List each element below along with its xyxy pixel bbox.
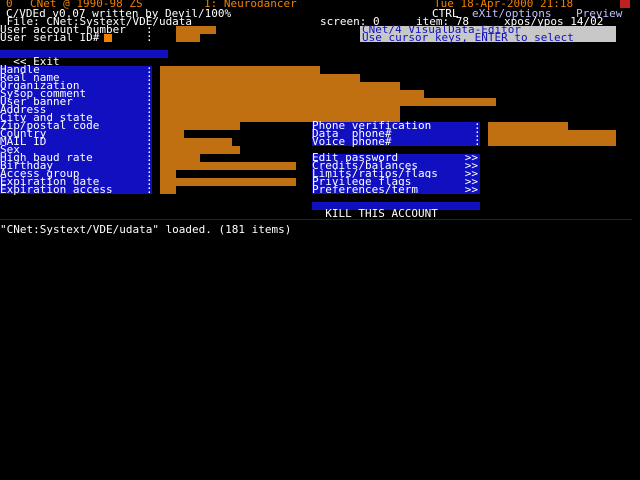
exit-button[interactable]: << Exit: [0, 50, 168, 67]
help-instructions: Use cursor keys, ENTER to select: [362, 31, 574, 44]
field-label-serial-id[interactable]: User serial ID#:: [0, 32, 153, 43]
field-label-voice-phone[interactable]: Voice phone#:: [312, 136, 481, 147]
field-value-zip[interactable]: [160, 122, 240, 130]
field-value-handle[interactable]: [160, 66, 320, 74]
field-value-address[interactable]: [160, 106, 400, 114]
field-value-sex[interactable]: [160, 146, 240, 154]
status-message: "CNet:Systext/VDE/udata" loaded. (181 it…: [0, 223, 292, 236]
field-value-expiration-access[interactable]: [160, 186, 176, 194]
field-value-user-banner[interactable]: [160, 98, 496, 106]
field-value-account-number[interactable]: [176, 26, 216, 34]
field-label-expiration-access[interactable]: Expiration access:: [0, 184, 153, 195]
field-value-expiration-date[interactable]: [160, 178, 296, 186]
preferences-term-button[interactable]: Preferences/term >>: [312, 184, 480, 195]
field-value-serial-id[interactable]: [176, 34, 200, 42]
field-label-mail-id[interactable]: MAIL ID:: [0, 136, 153, 147]
text-cursor: [104, 34, 112, 42]
field-value-voice-phone[interactable]: [488, 138, 616, 146]
field-value-mail-id[interactable]: [160, 138, 232, 146]
field-value-real-name[interactable]: [160, 74, 360, 82]
field-value-sysop-comment[interactable]: [160, 90, 424, 98]
field-value-baud-rate[interactable]: [160, 154, 200, 162]
field-value-data-phone[interactable]: [488, 130, 616, 138]
field-value-birthday[interactable]: [160, 162, 296, 170]
field-value-access-group[interactable]: [160, 170, 176, 178]
field-value-phone-verification[interactable]: [488, 122, 568, 130]
divider: [0, 219, 632, 220]
field-value-organization[interactable]: [160, 82, 400, 90]
field-value-country[interactable]: [160, 130, 184, 138]
kill-account-button[interactable]: KILL THIS ACCOUNT: [312, 202, 480, 219]
